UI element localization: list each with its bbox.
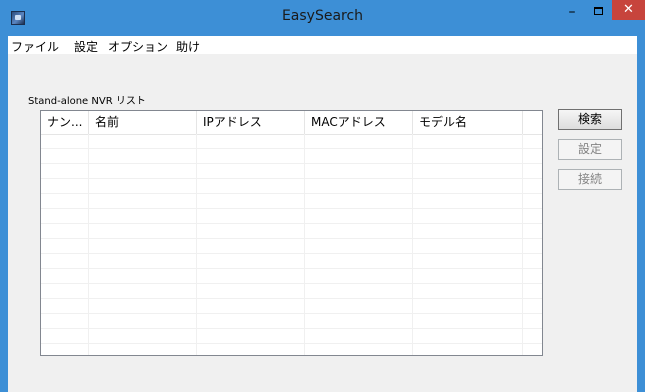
list-row-empty — [41, 329, 542, 344]
menu-file[interactable]: ファイル — [11, 38, 59, 55]
list-row-empty — [41, 254, 542, 269]
nvr-list[interactable]: ナン... 名前 IPアドレス MACアドレス モデル名 — [40, 110, 543, 356]
list-row-empty — [41, 239, 542, 254]
list-row-empty — [41, 194, 542, 209]
app-window: EasySearch – ✕ ファイル 設定 オプション 助け Stand-al… — [0, 0, 645, 392]
title-bar[interactable]: EasySearch – ✕ — [0, 0, 645, 36]
list-row-empty — [41, 224, 542, 239]
list-row-empty — [41, 134, 542, 149]
menu-settings[interactable]: 設定 — [74, 38, 98, 55]
column-divider — [304, 134, 305, 355]
settings-button: 設定 — [558, 139, 622, 160]
list-row-empty — [41, 209, 542, 224]
search-button[interactable]: 検索 — [558, 109, 622, 130]
column-header-ip[interactable]: IPアドレス — [197, 111, 305, 134]
column-divider — [522, 134, 523, 355]
column-divider — [88, 134, 89, 355]
client-area: ファイル 設定 オプション 助け Stand-alone NVR リスト ナン.… — [8, 36, 637, 392]
list-row-empty — [41, 269, 542, 284]
list-row-empty — [41, 164, 542, 179]
list-header: ナン... 名前 IPアドレス MACアドレス モデル名 — [41, 111, 542, 135]
menu-help[interactable]: 助け — [176, 38, 200, 55]
list-row-empty — [41, 314, 542, 329]
menu-bar: ファイル 設定 オプション 助け — [8, 36, 637, 54]
maximize-button[interactable] — [588, 4, 610, 22]
menu-options[interactable]: オプション — [108, 38, 168, 55]
column-header-number[interactable]: ナン... — [41, 111, 89, 134]
list-row-empty — [41, 344, 542, 355]
column-header-mac[interactable]: MACアドレス — [305, 111, 413, 134]
column-header-model[interactable]: モデル名 — [413, 111, 523, 134]
close-button[interactable]: ✕ — [612, 0, 645, 20]
connect-button: 接続 — [558, 169, 622, 190]
list-row-empty — [41, 299, 542, 314]
list-row-empty — [41, 149, 542, 164]
column-divider — [412, 134, 413, 355]
window-title: EasySearch — [281, 8, 364, 24]
list-row-empty — [41, 284, 542, 299]
list-row-empty — [41, 179, 542, 194]
column-divider — [196, 134, 197, 355]
nvr-list-label: Stand-alone NVR リスト — [28, 96, 146, 107]
minimize-button[interactable]: – — [560, 4, 584, 22]
column-header-name[interactable]: 名前 — [89, 111, 197, 134]
